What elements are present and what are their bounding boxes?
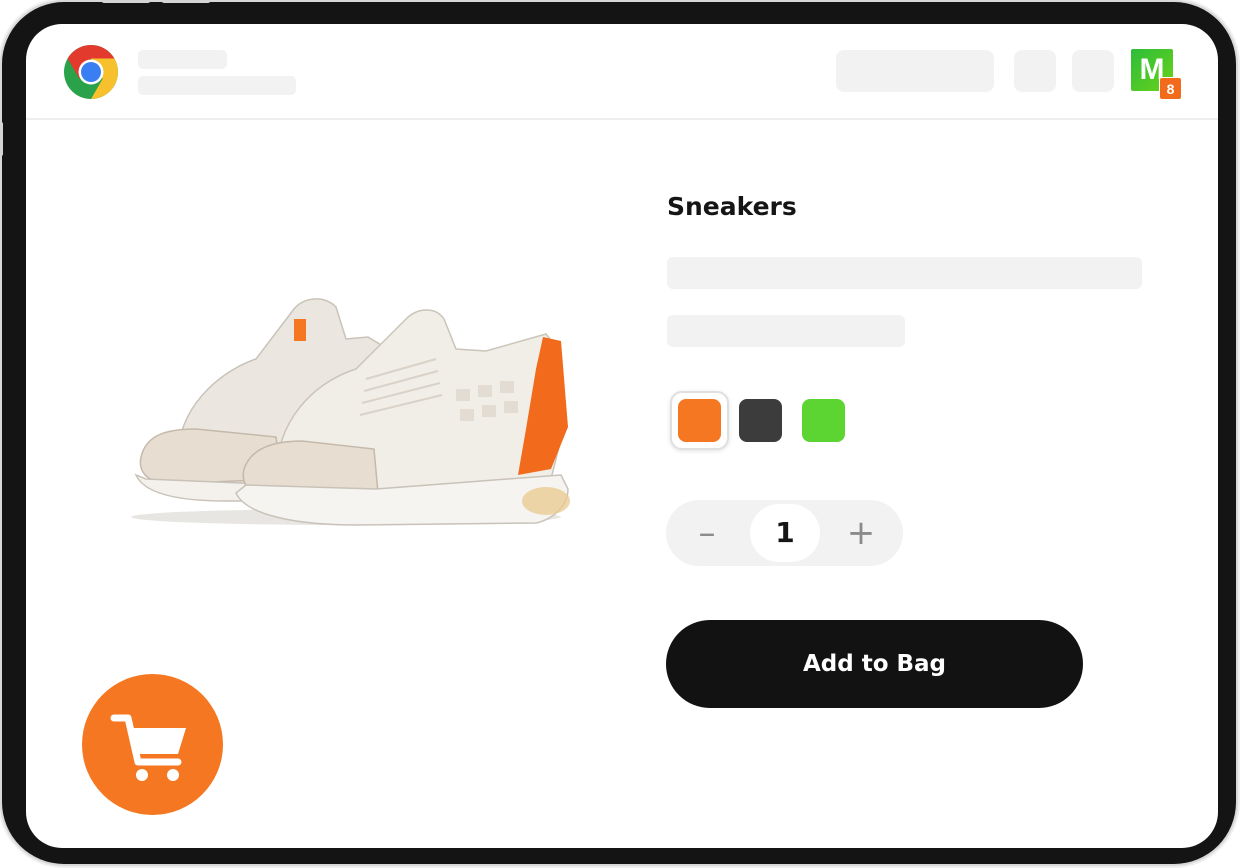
quantity-value[interactable]: 1 bbox=[750, 504, 820, 562]
description-placeholder bbox=[667, 257, 1142, 289]
shopping-cart-icon bbox=[110, 714, 186, 781]
cart-button[interactable] bbox=[82, 674, 223, 815]
quantity-stepper: – 1 + bbox=[666, 500, 903, 566]
color-swatch-orange[interactable] bbox=[678, 399, 721, 442]
chrome-icon[interactable] bbox=[63, 44, 119, 100]
side-button bbox=[0, 122, 3, 156]
add-to-bag-button[interactable]: Add to Bag bbox=[666, 620, 1083, 708]
sneakers-image bbox=[131, 298, 570, 526]
toolbar-button[interactable] bbox=[1072, 50, 1114, 92]
color-swatch-green[interactable] bbox=[802, 399, 845, 442]
title-placeholder bbox=[138, 50, 227, 69]
search-placeholder[interactable] bbox=[836, 50, 994, 92]
color-swatch-dark-gray[interactable] bbox=[739, 399, 782, 442]
url-placeholder bbox=[138, 76, 296, 95]
product-title: Sneakers bbox=[667, 192, 797, 221]
decrement-button[interactable]: – bbox=[672, 500, 742, 566]
toolbar-button[interactable] bbox=[1014, 50, 1056, 92]
screen: M 8 Sneakers – 1 + Add to Bag bbox=[26, 24, 1218, 848]
notification-badge: 8 bbox=[1159, 77, 1182, 100]
top-button bbox=[102, 0, 150, 3]
increment-button[interactable]: + bbox=[826, 500, 896, 566]
description-placeholder bbox=[667, 315, 905, 347]
browser-header: M 8 bbox=[26, 24, 1218, 120]
top-button bbox=[162, 0, 210, 3]
tablet-frame: M 8 Sneakers – 1 + Add to Bag bbox=[0, 0, 1236, 864]
